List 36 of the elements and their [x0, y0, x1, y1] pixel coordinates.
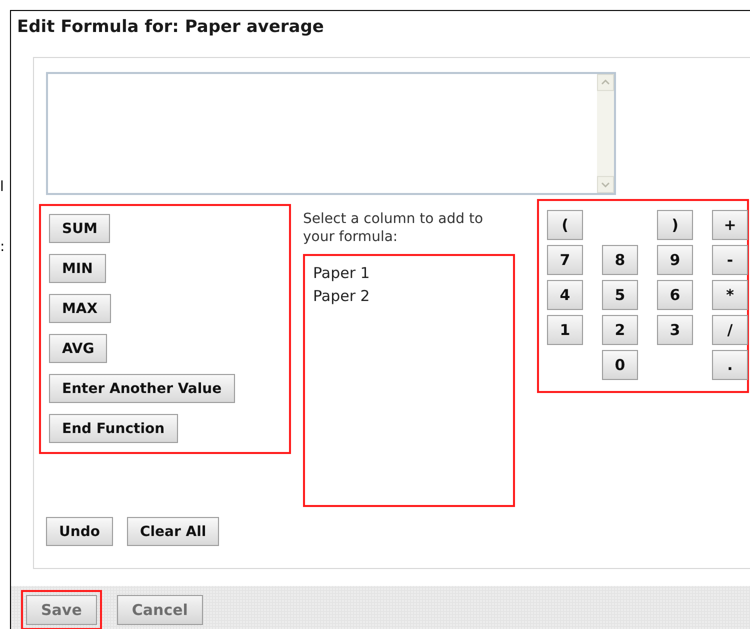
keypad-key[interactable]: 9 — [657, 245, 693, 275]
keypad-key[interactable]: 5 — [602, 280, 638, 310]
column-option[interactable]: Paper 1 — [311, 262, 372, 285]
keypad-key[interactable]: * — [712, 280, 748, 310]
keypad-key[interactable]: ) — [657, 210, 693, 240]
dialog-title: Edit Formula for: Paper average — [17, 16, 324, 39]
edit-button[interactable]: Undo — [46, 517, 113, 546]
scroll-up-icon[interactable] — [597, 74, 614, 91]
keypad-key[interactable]: 4 — [547, 280, 583, 310]
function-button[interactable]: MIN — [49, 254, 106, 283]
function-button[interactable]: MAX — [49, 294, 111, 323]
keypad-key[interactable]: ( — [547, 210, 583, 240]
keypad-key[interactable]: . — [712, 350, 748, 380]
function-button[interactable]: SUM — [49, 214, 110, 243]
keypad-key[interactable]: 7 — [547, 245, 583, 275]
keypad-key[interactable]: 3 — [657, 315, 693, 345]
column-option[interactable]: Paper 2 — [311, 285, 372, 308]
keypad-key[interactable]: 0 — [602, 350, 638, 380]
column-list[interactable]: Paper 1 Paper 2 — [303, 254, 515, 507]
formula-field[interactable] — [46, 72, 616, 195]
function-button[interactable]: AVG — [49, 334, 108, 363]
keypad-key[interactable]: 1 — [547, 315, 583, 345]
keypad-key[interactable]: 6 — [657, 280, 693, 310]
keypad-key[interactable]: / — [712, 315, 748, 345]
column-label: Select a column to add to your formula: — [303, 210, 484, 246]
scroll-down-icon[interactable] — [597, 176, 614, 193]
keypad-key[interactable]: 8 — [602, 245, 638, 275]
scrollbar[interactable] — [597, 74, 614, 193]
function-button[interactable]: End Function — [49, 414, 178, 443]
cut-text: : — [0, 240, 5, 254]
keypad-key[interactable]: + — [712, 210, 748, 240]
cut-text: l — [0, 180, 4, 194]
edit-button[interactable]: Clear All — [126, 517, 220, 546]
function-button[interactable]: Enter Another Value — [49, 374, 235, 403]
keypad-key[interactable]: - — [712, 245, 748, 275]
keypad-key[interactable]: 2 — [602, 315, 638, 345]
